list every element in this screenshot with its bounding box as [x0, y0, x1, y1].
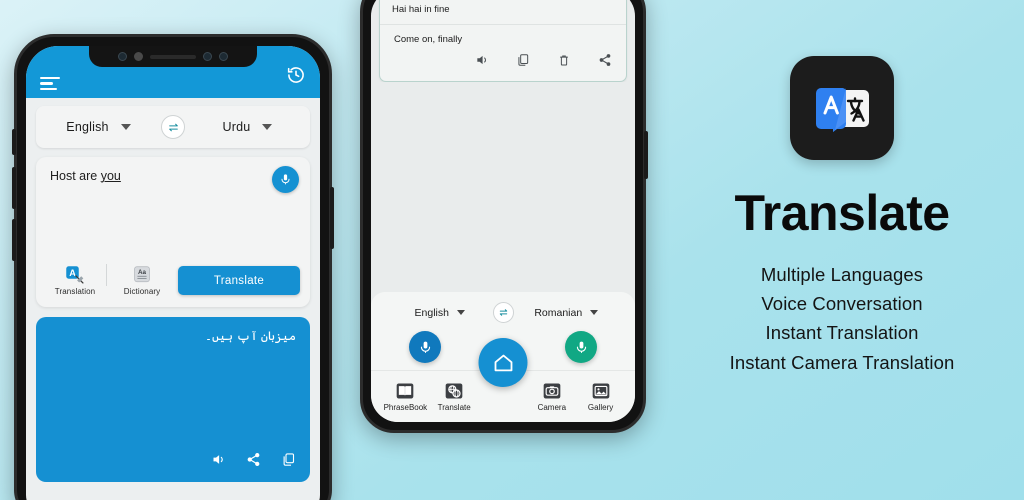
feature-item-3: Instant Camera Translation: [729, 351, 955, 373]
conversation-mic-target-button[interactable]: [565, 331, 597, 363]
mode-translation-label: Translation: [54, 287, 96, 296]
sensor-icon: [134, 52, 143, 61]
page-title: Translate: [734, 185, 950, 241]
target-language-selector[interactable]: Urdu: [185, 120, 310, 134]
camera-icon: [543, 383, 561, 399]
conversation-translated-text: Come on, finally: [394, 34, 463, 45]
voice-input-button[interactable]: [272, 166, 299, 193]
translated-text-value: میزبان آپ ہیں۔: [204, 329, 296, 343]
promo-banner: English Urdu Host are you A Translation …: [0, 0, 1024, 500]
front-camera-icon: [118, 52, 127, 61]
feature-item-2: Instant Translation: [765, 322, 919, 344]
gallery-icon: [592, 383, 609, 399]
conversation-control-panel: English Romanian PhraseBook Translate Ca…: [371, 292, 635, 422]
source-language-label: English: [66, 120, 109, 134]
nav-label-gallery: Gallery: [587, 403, 614, 412]
phone-left-side-button-volume-down[interactable]: [12, 219, 16, 261]
mode-dictionary-label: Dictionary: [123, 287, 161, 296]
source-text-card[interactable]: Host are you A Translation Aa Dictionary…: [36, 157, 310, 307]
share-icon[interactable]: [598, 53, 612, 72]
nav-item-gallery[interactable]: Gallery: [576, 381, 625, 412]
source-language-selector[interactable]: English: [36, 120, 161, 134]
phone-right-side-button-power[interactable]: [644, 131, 648, 179]
swap-languages-button[interactable]: [161, 115, 185, 139]
phone-left-screen: English Urdu Host are you A Translation …: [26, 46, 320, 500]
chevron-down-icon: [456, 310, 465, 315]
phone-left-notch: [89, 46, 257, 67]
chevron-down-icon: [590, 310, 599, 315]
speaker-icon[interactable]: [475, 53, 489, 72]
nav-label-translate: Translate: [437, 403, 471, 412]
mode-dictionary-button[interactable]: Aa Dictionary: [113, 265, 171, 296]
promo-text-panel: Translate Multiple Languages Voice Conve…: [660, 0, 1024, 500]
source-text-value: Host are you: [50, 169, 121, 183]
language-selector-bar: English Urdu: [36, 106, 310, 148]
conversation-card-actions: [380, 49, 626, 81]
book-icon: [397, 383, 414, 399]
translate-app-icon: [790, 56, 894, 160]
proximity-sensor-icon: [203, 52, 212, 61]
phone-left-device: English Urdu Host are you A Translation …: [12, 34, 334, 500]
translated-text-card: میزبان آپ ہیں۔: [36, 317, 310, 482]
conversation-mic-source-button[interactable]: [409, 331, 441, 363]
conversation-target-language-selector[interactable]: Romanian: [514, 307, 620, 319]
menu-icon[interactable]: [40, 76, 60, 90]
phone-left-side-button-power[interactable]: [330, 187, 334, 249]
home-button[interactable]: [478, 338, 528, 387]
phone-right-device: Hai hai in fine Come on, finally English…: [360, 0, 648, 433]
conversation-source-language-label: English: [414, 306, 449, 319]
target-language-label: Urdu: [222, 120, 251, 134]
translated-text-actions: [211, 452, 296, 472]
chevron-down-icon: [262, 124, 273, 130]
conversation-target-language-label: Romanian: [534, 306, 583, 319]
svg-text:A: A: [69, 268, 76, 278]
phone-right-screen: Hai hai in fine Come on, finally English…: [371, 0, 635, 422]
nav-label-phrasebook: PhraseBook: [383, 403, 428, 412]
translate-button[interactable]: Translate: [178, 266, 300, 295]
mode-translation-button[interactable]: A Translation: [46, 265, 104, 296]
feature-list: Multiple Languages Voice Conversation In…: [730, 260, 955, 377]
chevron-down-icon: [120, 124, 131, 130]
feature-item-1: Voice Conversation: [761, 293, 923, 315]
nav-item-camera[interactable]: Camera: [527, 381, 576, 412]
speaker-icon[interactable]: [211, 452, 226, 472]
nav-label-camera: Camera: [537, 403, 567, 412]
conversation-result-card: Hai hai in fine Come on, finally: [379, 0, 627, 82]
dictionary-mode-icon: Aa: [134, 266, 150, 283]
feature-item-0: Multiple Languages: [760, 264, 924, 285]
svg-text:Aa: Aa: [138, 269, 147, 276]
delete-icon[interactable]: [557, 53, 571, 72]
conversation-source-language-selector[interactable]: English: [387, 307, 493, 319]
conversation-swap-languages-button[interactable]: [492, 302, 514, 323]
translate-icon: [445, 383, 463, 399]
ambient-sensor-icon: [219, 52, 228, 61]
phone-left-side-button-mute[interactable]: [12, 129, 16, 155]
nav-item-phrasebook[interactable]: PhraseBook: [381, 381, 430, 412]
source-text-input[interactable]: Host are you: [50, 169, 296, 183]
divider: [106, 263, 107, 286]
share-icon[interactable]: [246, 452, 261, 472]
translation-mode-icon: A: [66, 266, 84, 284]
copy-icon[interactable]: [516, 53, 530, 72]
phone-left-side-button-volume-up[interactable]: [12, 167, 16, 209]
app-logo-glyph: [816, 88, 869, 132]
conversation-empty-area: [371, 82, 635, 292]
conversation-language-bar: English Romanian: [371, 300, 635, 323]
copy-icon[interactable]: [281, 452, 296, 472]
conversation-source-text: Hai hai in fine: [380, 0, 626, 25]
history-icon[interactable]: [286, 65, 306, 90]
nav-item-translate[interactable]: Translate: [430, 381, 479, 412]
earpiece-speaker: [150, 54, 196, 59]
input-card-action-row: A Translation Aa Dictionary Translate: [36, 260, 310, 307]
